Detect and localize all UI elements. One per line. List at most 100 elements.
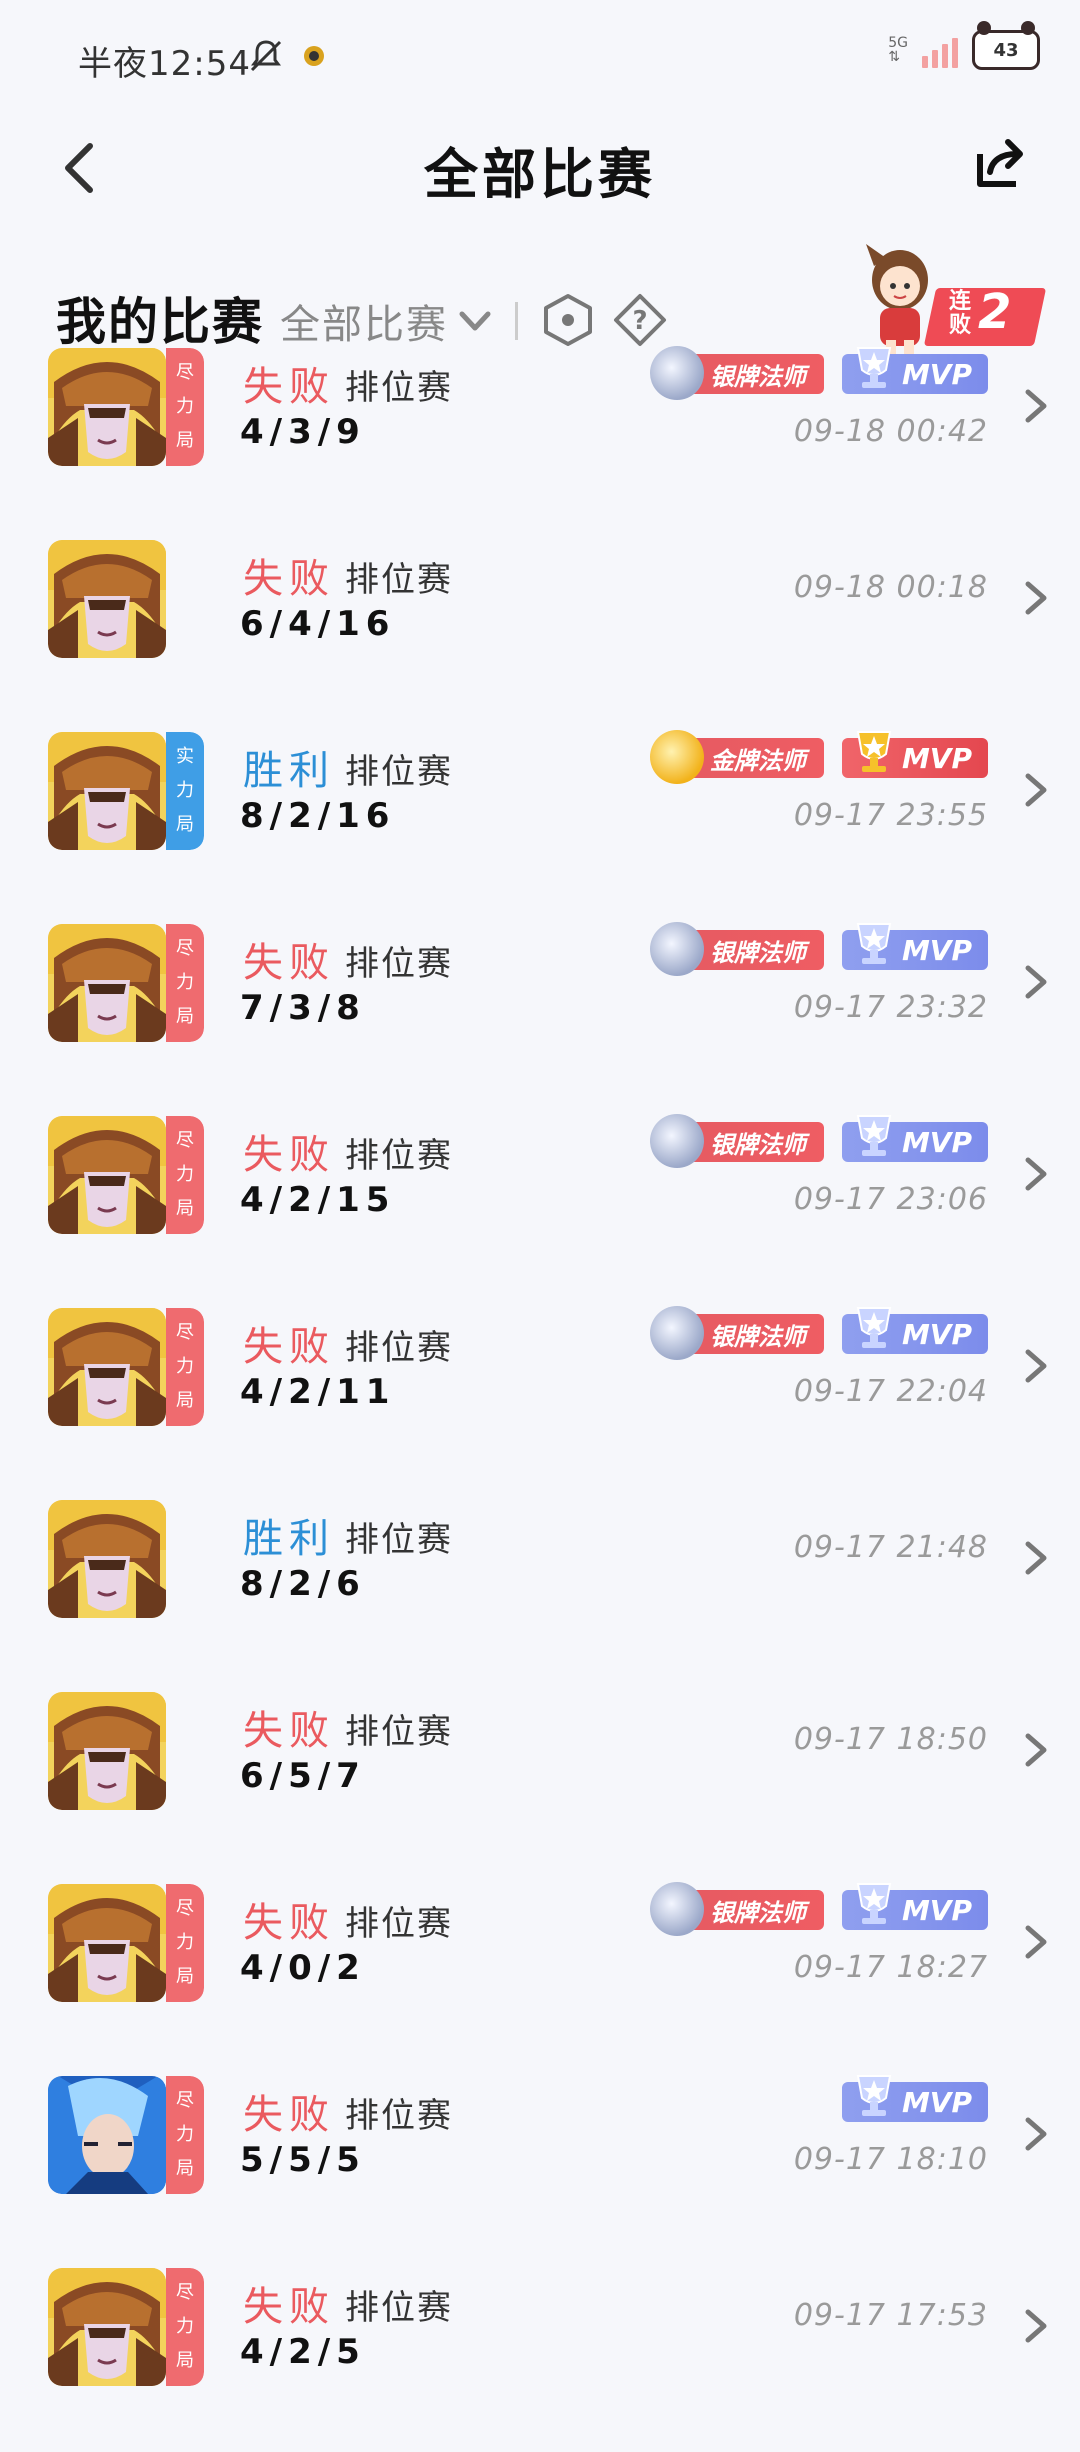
chevron-right-icon[interactable]	[1016, 578, 1056, 618]
hero-avatar: 尽力局	[48, 2268, 204, 2386]
match-time: 09-17 22:04	[793, 1374, 988, 1409]
medal-label: 银牌法师	[709, 1322, 806, 1351]
match-mode: 排位赛	[345, 560, 453, 600]
performance-tag: 尽力局	[166, 2076, 204, 2194]
match-time: 09-17 18:27	[793, 1950, 988, 1985]
medal-icon	[649, 730, 704, 784]
match-time: 09-17 18:50	[793, 1722, 988, 1757]
match-result: 失败	[243, 1900, 335, 1946]
notifications-off-icon	[250, 40, 282, 72]
hero-avatar: 尽力局	[48, 1116, 204, 1234]
match-row[interactable]: 尽力局 失败 排位赛 4/0/2 银牌法师 MVP 09-17 18:27	[0, 1876, 1080, 2068]
mvp-label: MVP	[901, 933, 972, 967]
mvp-badge: MVP	[841, 923, 988, 970]
medal-badge: 金牌法师	[649, 730, 824, 784]
battery-icon: 43	[972, 21, 1040, 70]
chevron-right-icon[interactable]	[1016, 770, 1056, 810]
hero-avatar	[48, 540, 204, 658]
match-time: 09-17 18:10	[793, 2142, 988, 2177]
mvp-badge: MVP	[841, 2075, 988, 2122]
chevron-right-icon[interactable]	[1016, 1538, 1056, 1578]
chevron-right-icon[interactable]	[1016, 962, 1056, 1002]
performance-tag: 尽力局	[166, 348, 204, 466]
match-result: 失败	[243, 940, 335, 986]
chevron-down-icon	[459, 311, 491, 331]
chevron-right-icon[interactable]	[1016, 386, 1056, 426]
match-time: 09-17 21:48	[793, 1530, 988, 1565]
hero-portrait-icon	[48, 1500, 166, 1618]
hero-portrait-icon	[48, 1884, 166, 2002]
match-mode: 排位赛	[345, 1904, 453, 1944]
mvp-label: MVP	[901, 1317, 972, 1351]
match-result: 胜利	[243, 748, 335, 794]
hero-avatar	[48, 1500, 204, 1618]
match-row[interactable]: 实力局 胜利 排位赛 8/2/16 金牌法师 MVP 09-17 23:55	[0, 724, 1080, 916]
trophy-icon	[856, 731, 892, 772]
match-mode: 排位赛	[345, 2096, 453, 2136]
mvp-label: MVP	[901, 357, 972, 391]
medal-badge: 银牌法师	[649, 1306, 824, 1360]
match-time: 09-18 00:42	[793, 414, 988, 449]
streak-count: 2	[978, 284, 1012, 340]
hero-avatar: 尽力局	[48, 924, 204, 1042]
medal-label: 银牌法师	[709, 1898, 806, 1927]
hero-portrait-icon	[48, 732, 166, 850]
medal-badge: 银牌法师	[649, 1114, 824, 1168]
medal-label: 银牌法师	[709, 362, 806, 391]
match-mode: 排位赛	[345, 2288, 453, 2328]
hero-avatar: 尽力局	[48, 2076, 204, 2194]
match-row[interactable]: 尽力局 失败 排位赛 7/3/8 银牌法师 MVP 09-17 23:32	[0, 916, 1080, 1108]
match-row[interactable]: 尽力局 失败 排位赛 4/3/9 银牌法师 MVP 09-18 00:42	[0, 340, 1080, 532]
performance-tag: 实力局	[166, 732, 204, 850]
match-row[interactable]: 尽力局 失败 排位赛 4/2/11 银牌法师 MVP 09-17 22:04	[0, 1300, 1080, 1492]
medal-icon	[649, 1306, 704, 1360]
kda-score: 4/2/5	[240, 2332, 366, 2372]
network-type: 5G ⇅	[888, 35, 908, 65]
match-row[interactable]: 尽力局 失败 排位赛 4/2/15 银牌法师 MVP 09-17 23:06	[0, 1108, 1080, 1300]
match-badges: 银牌法师 MVP	[649, 346, 988, 400]
match-result: 胜利	[243, 1516, 335, 1562]
chevron-right-icon[interactable]	[1016, 1346, 1056, 1386]
battery-level: 43	[993, 39, 1019, 61]
performance-tag: 尽力局	[166, 1116, 204, 1234]
kda-score: 4/2/11	[240, 1372, 396, 1412]
hero-portrait-icon	[48, 1692, 166, 1810]
match-mode: 排位赛	[345, 1136, 453, 1176]
mvp-badge: MVP	[841, 1307, 988, 1354]
match-mode: 排位赛	[345, 1328, 453, 1368]
performance-tag: 尽力局	[166, 2268, 204, 2386]
header: 全部比赛	[0, 110, 1080, 230]
match-row[interactable]: 尽力局 失败 排位赛 4/2/5 09-17 17:53	[0, 2260, 1080, 2452]
chevron-right-icon[interactable]	[1016, 2114, 1056, 2154]
match-mode: 排位赛	[345, 752, 453, 792]
chevron-right-icon[interactable]	[1016, 1154, 1056, 1194]
mvp-label: MVP	[901, 1893, 972, 1927]
performance-tag: 尽力局	[166, 1884, 204, 2002]
share-icon[interactable]	[968, 132, 1032, 196]
kda-score: 8/2/16	[240, 796, 396, 836]
hero-portrait-icon	[48, 348, 166, 466]
kda-score: 7/3/8	[240, 988, 366, 1028]
medal-icon	[649, 1114, 704, 1168]
medal-label: 金牌法师	[709, 746, 806, 775]
mvp-label: MVP	[901, 1125, 972, 1159]
match-row[interactable]: 胜利 排位赛 8/2/6 09-17 21:48	[0, 1492, 1080, 1684]
chevron-right-icon[interactable]	[1016, 1730, 1056, 1770]
match-row[interactable]: 尽力局 失败 排位赛 5/5/5 MVP 09-17 18:10	[0, 2068, 1080, 2260]
kda-score: 6/4/16	[240, 604, 396, 644]
medal-badge: 银牌法师	[649, 346, 824, 400]
performance-tag: 尽力局	[166, 924, 204, 1042]
trophy-icon	[856, 1883, 892, 1924]
match-badges: 银牌法师 MVP	[649, 1882, 988, 1936]
chevron-right-icon[interactable]	[1016, 2306, 1056, 2346]
trophy-icon	[856, 923, 892, 964]
medal-icon	[649, 922, 704, 976]
trophy-icon	[856, 347, 892, 388]
match-badges: 银牌法师 MVP	[649, 1114, 988, 1168]
streak-label: 连败	[948, 289, 971, 338]
match-row[interactable]: 失败 排位赛 6/4/16 09-18 00:18	[0, 532, 1080, 724]
trophy-icon	[856, 1115, 892, 1156]
match-row[interactable]: 失败 排位赛 6/5/7 09-17 18:50	[0, 1684, 1080, 1876]
match-badges: 银牌法师 MVP	[649, 1306, 988, 1360]
chevron-right-icon[interactable]	[1016, 1922, 1056, 1962]
